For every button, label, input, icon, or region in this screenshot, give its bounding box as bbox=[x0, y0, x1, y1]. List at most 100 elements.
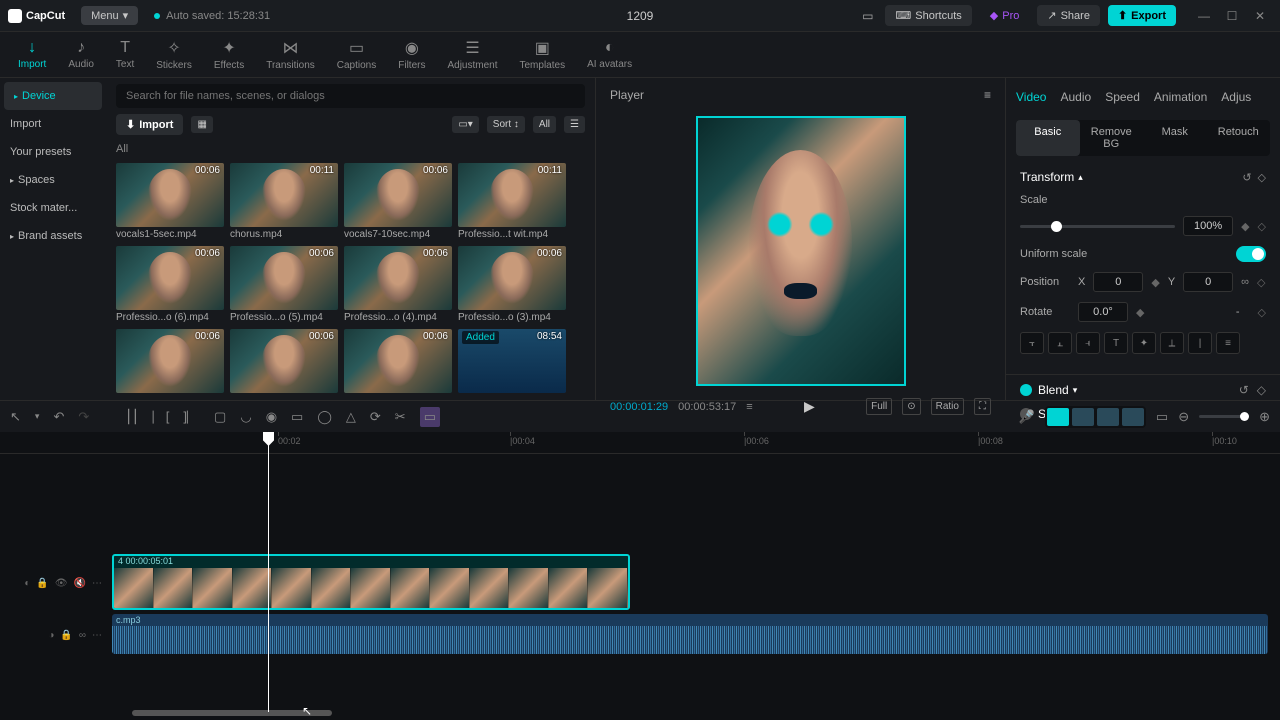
media-thumb[interactable]: 00:06Professio...o (5).mp4 bbox=[230, 246, 338, 323]
blend-expand-icon[interactable]: ▾ bbox=[1073, 385, 1078, 396]
align-bottom-button[interactable]: ⟂ bbox=[1160, 332, 1184, 354]
sort-button[interactable]: Sort ↕ bbox=[487, 116, 525, 133]
tab-ai-avatars[interactable]: ◐AI avatars bbox=[577, 35, 642, 74]
playhead[interactable] bbox=[268, 432, 269, 712]
collapse-icon[interactable]: ▴ bbox=[1078, 172, 1083, 183]
prop-tab-audio[interactable]: Audio bbox=[1060, 86, 1091, 108]
audio-clip[interactable]: c.mp3 bbox=[112, 614, 1268, 654]
subtab-remove-bg[interactable]: Remove BG bbox=[1080, 120, 1144, 156]
track-lock-icon[interactable]: 🔒 bbox=[36, 578, 48, 589]
range-icon[interactable]: ▭ bbox=[291, 409, 303, 425]
audio-track-lock-icon[interactable]: 🔒 bbox=[60, 630, 72, 641]
split-right-icon[interactable]: ]⎸ bbox=[183, 409, 200, 425]
track-visible-icon[interactable]: 👁 bbox=[55, 578, 68, 589]
snap-1-button[interactable] bbox=[1047, 408, 1069, 426]
prop-tab-speed[interactable]: Speed bbox=[1105, 86, 1140, 108]
tab-adjustment[interactable]: ☰Adjustment bbox=[437, 34, 507, 75]
player-viewport[interactable] bbox=[596, 112, 1005, 390]
timeline[interactable]: 00:02|00:04|00:06|00:08|00:10 ◐ 🔒 👁 🔇 ⋯ … bbox=[0, 432, 1280, 720]
tab-captions[interactable]: ▭Captions bbox=[327, 34, 386, 75]
delete-icon[interactable]: ▢ bbox=[214, 409, 226, 425]
menu-button[interactable]: Menu ▾ bbox=[81, 6, 138, 25]
media-thumb[interactable]: 00:06 bbox=[344, 329, 452, 393]
player-menu-icon[interactable]: ≡ bbox=[984, 88, 991, 102]
audio-track-more-icon[interactable]: ⋯ bbox=[92, 630, 102, 641]
nav-brand-assets[interactable]: ▸Brand assets bbox=[0, 222, 106, 250]
subtab-retouch[interactable]: Retouch bbox=[1207, 120, 1271, 156]
media-thumb[interactable]: 00:06 bbox=[230, 329, 338, 393]
track-more-icon[interactable]: ⋯ bbox=[92, 578, 102, 589]
maximize-button[interactable]: ☐ bbox=[1220, 4, 1244, 28]
link-xy-icon[interactable]: ∞ bbox=[1241, 276, 1249, 288]
redo-button[interactable]: ↷ bbox=[78, 409, 89, 425]
tab-text[interactable]: TText bbox=[106, 35, 144, 74]
tab-transitions[interactable]: ⋈Transitions bbox=[256, 34, 325, 75]
uniform-scale-toggle[interactable] bbox=[1236, 246, 1266, 262]
tab-audio[interactable]: ♪Audio bbox=[58, 35, 104, 74]
fullscreen-icon[interactable]: ⛶ bbox=[974, 398, 991, 415]
nav-your-presets[interactable]: Your presets bbox=[0, 138, 106, 166]
track-view-icon[interactable]: ▭ bbox=[1156, 409, 1168, 425]
x-stepper-icon[interactable]: ◆ bbox=[1151, 276, 1159, 289]
track-toggle-icon[interactable]: ◐ bbox=[24, 578, 30, 589]
captions-tool-icon[interactable]: ▭ bbox=[420, 407, 440, 427]
full-button[interactable]: Full bbox=[866, 398, 892, 415]
nav-device[interactable]: ▸Device bbox=[4, 82, 102, 110]
scale-stepper-icon[interactable]: ◆ bbox=[1241, 220, 1249, 233]
selection-mode-icon[interactable]: ▾ bbox=[35, 411, 40, 422]
zoom-out-icon[interactable]: ⊖ bbox=[1178, 409, 1189, 425]
undo-button[interactable]: ↶ bbox=[53, 409, 64, 425]
align-7-button[interactable]: | bbox=[1188, 332, 1212, 354]
position-x-input[interactable]: 0 bbox=[1093, 272, 1143, 292]
align-vcenter-button[interactable]: ✦ bbox=[1132, 332, 1156, 354]
nav-stock-mater-[interactable]: Stock mater... bbox=[0, 194, 106, 222]
filter-icon[interactable]: ☰ bbox=[564, 116, 585, 133]
share-button[interactable]: ↗ Share bbox=[1037, 5, 1100, 26]
nav-spaces[interactable]: ▸Spaces bbox=[0, 166, 106, 194]
mic-icon[interactable]: 🎤 bbox=[1019, 409, 1035, 425]
ratio-button[interactable]: Ratio bbox=[931, 398, 964, 415]
scale-slider[interactable] bbox=[1020, 225, 1175, 228]
prop-tab-adjus[interactable]: Adjus bbox=[1221, 86, 1251, 108]
crop-icon[interactable]: ✂ bbox=[395, 409, 406, 425]
media-thumb[interactable]: 00:06vocals1-5sec.mp4 bbox=[116, 163, 224, 240]
import-button[interactable]: ⬇ Import bbox=[116, 114, 183, 135]
align-hcenter-button[interactable]: ⫠ bbox=[1048, 332, 1072, 354]
media-thumb[interactable]: 00:06Professio...o (3).mp4 bbox=[458, 246, 566, 323]
record-icon[interactable]: ◯ bbox=[317, 409, 332, 425]
blend-reset-icon[interactable]: ↺ bbox=[1239, 383, 1249, 397]
align-8-button[interactable]: ≡ bbox=[1216, 332, 1240, 354]
timeline-ruler[interactable]: 00:02|00:04|00:06|00:08|00:10 bbox=[0, 432, 1280, 454]
selection-tool-icon[interactable]: ↖ bbox=[10, 409, 21, 425]
marker-icon[interactable]: ◉ bbox=[266, 409, 277, 425]
media-thumb[interactable]: 00:11chorus.mp4 bbox=[230, 163, 338, 240]
zoom-in-icon[interactable]: ⊕ bbox=[1259, 409, 1270, 425]
close-button[interactable]: ✕ bbox=[1248, 4, 1272, 28]
tab-filters[interactable]: ◉Filters bbox=[388, 34, 435, 75]
align-top-button[interactable]: T bbox=[1104, 332, 1128, 354]
align-right-button[interactable]: ⫣ bbox=[1076, 332, 1100, 354]
rotate-tool-icon[interactable]: ⟳ bbox=[370, 409, 381, 425]
media-thumb[interactable]: 00:06vocals7-10sec.mp4 bbox=[344, 163, 452, 240]
split-icon[interactable]: ⎮⎮ bbox=[125, 409, 139, 425]
transform-heading[interactable]: Transform bbox=[1020, 170, 1074, 184]
media-search-input[interactable] bbox=[116, 84, 585, 108]
rot-keyframe-icon[interactable]: ◇ bbox=[1258, 306, 1266, 319]
snap-4-button[interactable] bbox=[1122, 408, 1144, 426]
media-thumb[interactable]: Added08:54 bbox=[458, 329, 566, 393]
grid-view-icon[interactable]: ▦ bbox=[191, 116, 212, 133]
tab-import[interactable]: ↓Import bbox=[8, 35, 56, 74]
minimize-button[interactable]: — bbox=[1192, 4, 1216, 28]
blend-heading[interactable]: Blend bbox=[1038, 383, 1069, 397]
rot-stepper-icon[interactable]: ◆ bbox=[1136, 306, 1144, 319]
audio-track-toggle-icon[interactable]: ◑ bbox=[48, 630, 54, 641]
subtab-mask[interactable]: Mask bbox=[1143, 120, 1207, 156]
volume-icon[interactable]: ≡ bbox=[746, 401, 752, 413]
tab-stickers[interactable]: ✧Stickers bbox=[146, 34, 202, 75]
prop-tab-animation[interactable]: Animation bbox=[1154, 86, 1207, 108]
pro-button[interactable]: ◆ Pro bbox=[980, 5, 1030, 26]
nav-import[interactable]: Import bbox=[0, 110, 106, 138]
snap-3-button[interactable] bbox=[1097, 408, 1119, 426]
audio-track-link-icon[interactable]: ∞ bbox=[79, 630, 86, 641]
scale-keyframe-icon[interactable]: ◇ bbox=[1258, 220, 1266, 233]
